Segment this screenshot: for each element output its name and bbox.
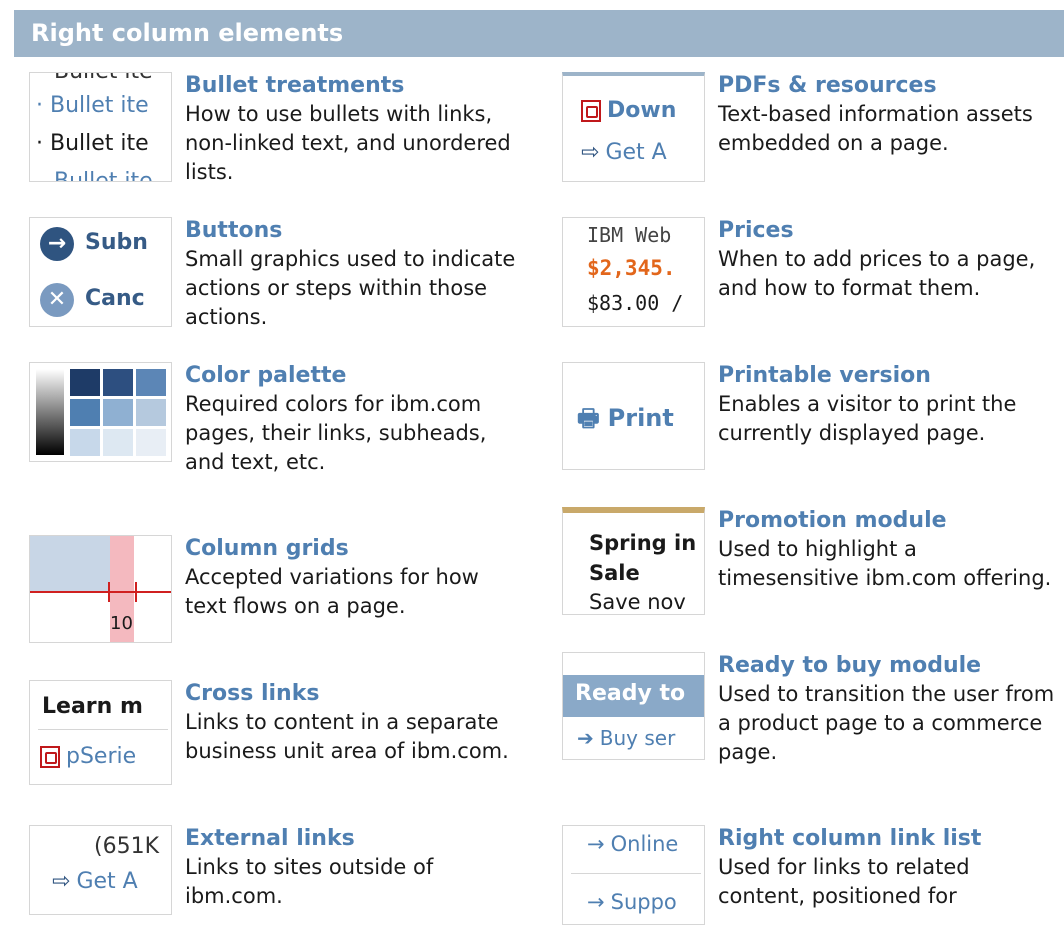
desc-ready-to-buy: Used to transition the user from a produ… [718,682,1055,764]
print-thumbnail[interactable]: 🖶 Print [562,362,705,470]
link-column-grids[interactable]: Column grids [185,535,525,563]
right-column-elements-panel: Right column elements Bullet ite · Bulle… [14,10,1064,925]
column-grids-thumbnail[interactable]: 10 [29,535,172,643]
pdf-icon [581,100,601,122]
link-list-thumbnail[interactable]: → Online → Suppo [562,825,705,925]
desc-prices: When to add prices to a page, and how to… [718,247,1036,300]
external-links-thumbnail[interactable]: (651K ⇨ Get A [29,825,172,915]
external-link-icon: ⇨ [581,140,600,165]
ready-to-buy-thumbnail[interactable]: Ready to ➔ Buy ser [562,652,705,760]
arrow-right-icon: → [587,890,605,914]
link-promotion-module[interactable]: Promotion module [718,507,1058,535]
promotion-thumbnail[interactable]: Spring in Sale Save nov [562,507,705,615]
close-icon: ✕ [40,283,74,317]
prices-thumbnail[interactable]: IBM Web $2,345. $83.00 / [562,217,705,327]
link-pdfs-resources[interactable]: PDFs & resources [718,72,1058,100]
desc-cross-links: Links to content in a separate business … [185,710,509,763]
color-palette-thumbnail[interactable] [29,362,172,462]
arrow-right-icon: → [587,832,605,856]
desc-column-grids: Accepted variations for how text flows o… [185,565,479,618]
link-color-palette[interactable]: Color palette [185,362,525,390]
bullet-thumbnail[interactable]: Bullet ite · Bullet ite · Bullet ite Bul… [29,72,172,182]
buttons-thumbnail[interactable]: → Subn ✕ Canc [29,217,172,327]
link-buttons[interactable]: Buttons [185,217,525,245]
desc-bullet-treatments: How to use bullets with links, non-linke… [185,102,511,184]
desc-color-palette: Required colors for ibm.com pages, their… [185,392,487,474]
link-right-column-link-list[interactable]: Right column link list [718,825,1058,853]
printer-icon: 🖶 [577,404,600,432]
desc-right-column-link-list: Used for links to related content, posit… [718,855,970,908]
panel-header: Right column elements [14,10,1064,57]
arrow-right-icon: ➔ [577,726,594,750]
desc-pdfs-resources: Text-based information assets embedded o… [718,102,1033,155]
desc-printable-version: Enables a visitor to print the currently… [718,392,1017,445]
link-external-links[interactable]: External links [185,825,525,853]
link-prices[interactable]: Prices [718,217,1058,245]
external-link-icon: ⇨ [52,869,71,894]
desc-buttons: Small graphics used to indicate actions … [185,247,516,329]
gradient-swatch [36,369,64,455]
arrow-right-icon: → [40,227,74,261]
pdfs-thumbnail[interactable]: Down ⇨ Get A [562,72,705,182]
link-cross-links[interactable]: Cross links [185,680,525,708]
link-bullet-treatments[interactable]: Bullet treatments [185,72,525,100]
pdf-icon [40,746,60,768]
link-ready-to-buy[interactable]: Ready to buy module [718,652,1058,680]
swatch-grid [70,369,166,456]
cross-links-thumbnail[interactable]: Learn m pSerie [29,680,172,785]
link-printable-version[interactable]: Printable version [718,362,1058,390]
desc-promotion-module: Used to highlight a timesensitive ibm.co… [718,537,1052,590]
desc-external-links: Links to sites outside of ibm.com. [185,855,434,908]
